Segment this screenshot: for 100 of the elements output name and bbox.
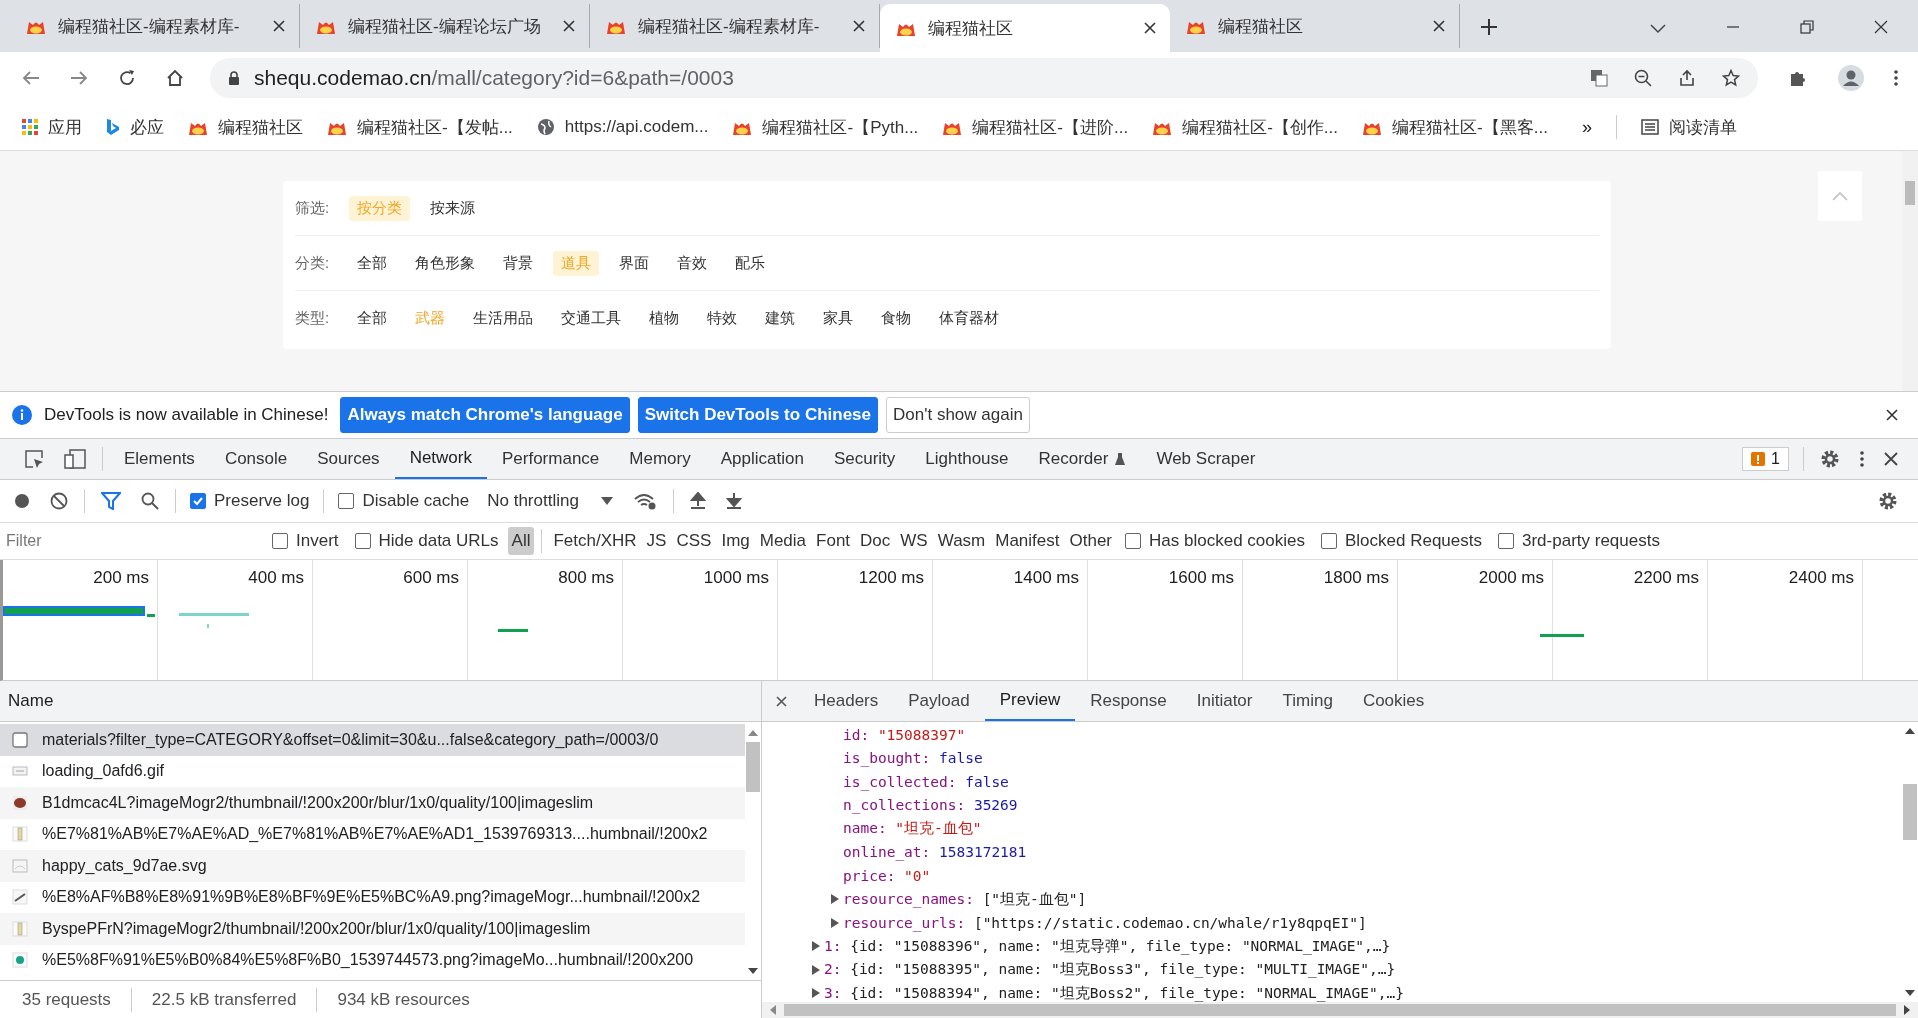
request-row[interactable]: %E8%AF%B8%E8%91%9B%E8%BF%9E%E5%BC%A9.png?imageMogr...humbnail/!200x2 bbox=[0, 881, 745, 913]
infobar-button[interactable]: Switch DevTools to Chinese bbox=[637, 397, 878, 433]
checkbox-label: 3rd-party requests bbox=[1522, 531, 1660, 551]
tick-label: 1200 ms bbox=[858, 568, 924, 588]
detail-tab[interactable]: Response bbox=[1075, 681, 1182, 721]
detail-tab[interactable]: Cookies bbox=[1347, 681, 1440, 721]
filter-option[interactable]: 界面 bbox=[611, 250, 657, 276]
overflow-chevron[interactable]: » bbox=[1581, 116, 1592, 138]
type-filter-button[interactable]: All bbox=[507, 527, 535, 555]
code-line: 1: {id: "15088396", name: "坦克导弹", file_type: "NORMAL_IMAGE",…} bbox=[824, 936, 1391, 956]
devtools-tab[interactable]: Security bbox=[818, 439, 911, 479]
request-row[interactable]: ByspePFrN?imageMogr2/thumbnail/!200x200r/blur/1x0/quality/100|imageslim bbox=[0, 913, 745, 945]
checkbox-label: Blocked Requests bbox=[1344, 531, 1482, 551]
type-filter-button[interactable]: Img bbox=[717, 527, 754, 555]
type-filter-button[interactable]: Fetch/XHR bbox=[549, 527, 641, 555]
bookmark[interactable]: 编程猫社区-【进阶... bbox=[942, 115, 1129, 139]
filter-label: 类型: bbox=[295, 308, 331, 328]
browser-tab[interactable]: 编程猫社区-编程论坛广场 bbox=[300, 4, 590, 48]
detail-tab[interactable]: Payload bbox=[893, 681, 985, 721]
detail-tab[interactable]: Headers bbox=[799, 681, 894, 721]
url-path: /mall/category?id=6&path=/0003 bbox=[431, 66, 734, 89]
reading-list-button[interactable]: 阅读清单 bbox=[1640, 115, 1737, 139]
filter-option[interactable]: 配乐 bbox=[727, 250, 773, 276]
type-filter-button[interactable]: Other bbox=[1065, 527, 1117, 555]
code-line: price: "0" bbox=[843, 867, 931, 884]
devtools-tab[interactable]: Web Scraper bbox=[1141, 439, 1271, 479]
bookmark[interactable]: 编程猫社区-【Pyth... bbox=[732, 115, 919, 139]
type-filter-button[interactable]: Manifest bbox=[991, 527, 1064, 555]
code-line: resource_names: ["坦克-血包"] bbox=[843, 889, 1087, 909]
devtools-tab[interactable]: Elements bbox=[109, 439, 210, 479]
devtools-tab[interactable]: Lighthouse bbox=[910, 439, 1024, 479]
filter-option[interactable]: 角色形象 bbox=[407, 250, 483, 276]
code-line: is_bought: false bbox=[843, 750, 983, 767]
type-filter-button[interactable]: Doc bbox=[856, 527, 895, 555]
address-field[interactable]: shequ.codemao.cn/mall/category?id=6&path=/0003 bbox=[210, 58, 1758, 98]
type-filter-button[interactable]: Wasm bbox=[933, 527, 990, 555]
type-filter-button[interactable]: WS bbox=[896, 527, 932, 555]
request-row[interactable]: %E7%81%AB%E7%AE%AD_%E7%81%AB%E7%AE%AD1_1539769313....humbnail/!200x2 bbox=[0, 818, 745, 850]
bookmark[interactable]: 编程猫社区 bbox=[188, 115, 303, 139]
bookmark[interactable]: 编程猫社区-【黑客... bbox=[1362, 115, 1548, 139]
checkbox-label: Preserve log bbox=[214, 491, 310, 511]
checkbox-label: Invert bbox=[296, 531, 339, 551]
code-line: online_at: 1583172181 bbox=[843, 844, 1027, 861]
detail-tab[interactable]: Preview bbox=[984, 681, 1076, 721]
devtools-tab[interactable]: Console bbox=[209, 439, 303, 479]
filter-option[interactable]: 食物 bbox=[873, 305, 919, 331]
tick-label: 400 ms bbox=[248, 568, 304, 588]
filter-option[interactable]: 音效 bbox=[669, 250, 715, 276]
throttling-dropdown[interactable]: No throttling bbox=[487, 491, 613, 511]
type-filter-button[interactable]: CSS bbox=[672, 527, 716, 555]
devtools-tab[interactable]: Sources bbox=[302, 439, 395, 479]
column-header[interactable]: Name bbox=[0, 681, 761, 722]
filter-option[interactable]: 特效 bbox=[699, 305, 745, 331]
filter-option[interactable]: 全部 bbox=[349, 305, 395, 331]
filter-option[interactable]: 体育器材 bbox=[931, 305, 1007, 331]
filter-option[interactable]: 交通工具 bbox=[553, 305, 629, 331]
bookmark[interactable]: 必应 bbox=[106, 115, 164, 139]
filter-option[interactable]: 按来源 bbox=[422, 195, 483, 221]
filter-option[interactable]: 建筑 bbox=[757, 305, 803, 331]
type-filter-button[interactable]: JS bbox=[642, 527, 671, 555]
filter-option[interactable]: 背景 bbox=[495, 250, 541, 276]
type-filter-button[interactable]: Media bbox=[755, 527, 811, 555]
code-line: id: "15088397" bbox=[843, 726, 966, 743]
bookmark[interactable]: 编程猫社区-【发帖... bbox=[327, 115, 513, 139]
request-row[interactable]: happy_cats_9d7ae.svg bbox=[0, 850, 745, 882]
devtools-tab[interactable]: Recorder bbox=[1023, 439, 1142, 479]
tick-label: 1000 ms bbox=[703, 568, 769, 588]
request-row[interactable]: %E5%8F%91%E5%B0%84%E5%8F%B0_1539744573.png?imageMo...humbnail/!200x200 bbox=[0, 944, 745, 976]
bookmark[interactable]: 编程猫社区-【创作... bbox=[1152, 115, 1339, 139]
bookmark[interactable]: https://api.codem... bbox=[536, 117, 709, 137]
detail-tab[interactable]: Initiator bbox=[1181, 681, 1268, 721]
checkbox-label: Disable cache bbox=[362, 491, 470, 511]
infobar-button[interactable]: Always match Chrome's language bbox=[340, 397, 630, 433]
filter-option[interactable]: 家具 bbox=[815, 305, 861, 331]
filter-option[interactable]: 生活用品 bbox=[465, 305, 541, 331]
filter-label: 筛选: bbox=[295, 198, 331, 218]
bookmark[interactable]: 应用 bbox=[22, 115, 82, 139]
browser-tab[interactable]: 编程猫社区 bbox=[1170, 4, 1460, 48]
devtools-tab[interactable]: Performance bbox=[487, 439, 615, 479]
browser-tab[interactable]: 编程猫社区-编程素材库- bbox=[10, 4, 300, 48]
tick-label: 2400 ms bbox=[1788, 568, 1854, 588]
url-host: shequ.codemao.cn bbox=[254, 66, 432, 89]
tick-label: 1800 ms bbox=[1323, 568, 1389, 588]
filter-option[interactable]: 植物 bbox=[641, 305, 687, 331]
detail-tab[interactable]: Timing bbox=[1267, 681, 1348, 721]
request-row[interactable]: loading_0afd6.gif bbox=[0, 755, 745, 787]
tick-label: 800 ms bbox=[558, 568, 614, 588]
browser-tab[interactable]: 编程猫社区 bbox=[880, 4, 1170, 52]
infobar-button[interactable]: Don't show again bbox=[886, 397, 1030, 433]
devtools-tab[interactable]: Memory bbox=[614, 439, 706, 479]
code-line: 2: {id: "15088395", name: "坦克Boss3", file_type: "MULTI_IMAGE",…} bbox=[824, 960, 1396, 980]
code-line: is_collected: false bbox=[843, 773, 1009, 790]
code-line: resource_urls: ["https://static.codemao.cn/whale/r1y8qpqEI"] bbox=[843, 914, 1367, 931]
devtools-tab[interactable]: Application bbox=[705, 439, 819, 479]
type-filter-button[interactable]: Font bbox=[812, 527, 855, 555]
checkbox-label: Has blocked cookies bbox=[1149, 531, 1305, 551]
request-row[interactable]: materials?filter_type=CATEGORY&offset=0&limit=30&u...false&category_path=/0003/0 bbox=[0, 724, 745, 756]
issues-badge[interactable]: 1 bbox=[1742, 447, 1789, 471]
request-row[interactable]: B1dmcac4L?imageMogr2/thumbnail/!200x200r/blur/1x0/quality/100|imageslim bbox=[0, 787, 745, 819]
filter-option[interactable]: 全部 bbox=[349, 250, 395, 276]
